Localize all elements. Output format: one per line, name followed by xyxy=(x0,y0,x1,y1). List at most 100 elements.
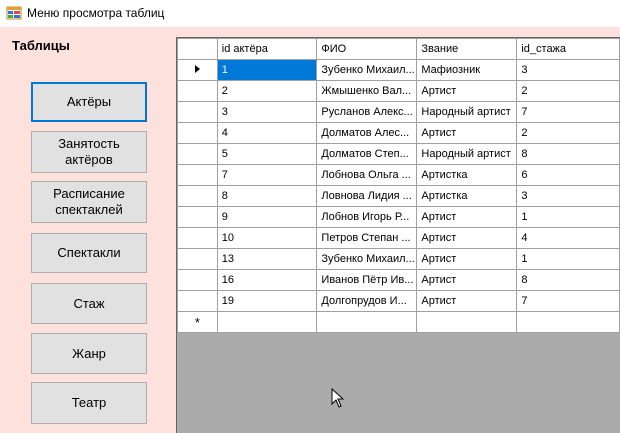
table-row[interactable]: 2 Жмышенко Вал... Артист 2 xyxy=(177,80,620,102)
table-cell[interactable]: Долматов Алес... xyxy=(316,122,418,144)
sidebar-button-label: Занятость актёров xyxy=(58,136,120,167)
table-cell[interactable] xyxy=(216,311,318,333)
table-cell[interactable]: 3 xyxy=(216,101,318,123)
table-row[interactable]: 3 Русланов Алекс... Народный артист 7 xyxy=(177,101,620,123)
sidebar-button-5[interactable]: Стаж xyxy=(31,283,147,324)
table-cell[interactable]: Артистка xyxy=(416,185,518,207)
table-cell[interactable]: Народный артист xyxy=(416,101,518,123)
table-cell[interactable]: 8 xyxy=(516,269,620,291)
sidebar-title: Таблицы xyxy=(12,38,70,53)
row-header[interactable] xyxy=(177,248,218,270)
table-cell[interactable]: Мафиозник xyxy=(416,59,518,81)
row-header[interactable] xyxy=(177,269,218,291)
table-cell[interactable]: 5 xyxy=(216,143,318,165)
table-cell[interactable]: 10 xyxy=(216,227,318,249)
table-cell[interactable]: Лобнова Ольга ... xyxy=(316,164,418,186)
sidebar-button-4[interactable]: Спектакли xyxy=(31,233,147,273)
sidebar-button-1[interactable]: Актёры xyxy=(31,82,147,122)
table-cell[interactable]: 19 xyxy=(216,290,318,312)
row-header[interactable] xyxy=(177,101,218,123)
table-cell[interactable]: 2 xyxy=(516,122,620,144)
column-header[interactable]: ФИО xyxy=(316,38,418,60)
row-header[interactable] xyxy=(177,143,218,165)
row-header[interactable] xyxy=(177,80,218,102)
sidebar-button-3[interactable]: Расписание спектаклей xyxy=(31,181,147,223)
table-cell[interactable]: 7 xyxy=(216,164,318,186)
table-cell[interactable]: Петров Степан ... xyxy=(316,227,418,249)
column-header[interactable]: id_стажа xyxy=(516,38,620,60)
sidebar-button-2[interactable]: Занятость актёров xyxy=(31,131,147,173)
table-cell[interactable]: 4 xyxy=(516,227,620,249)
table-row[interactable]: 4 Долматов Алес... Артист 2 xyxy=(177,122,620,144)
table-cell[interactable]: 3 xyxy=(516,185,620,207)
table-cell[interactable]: 16 xyxy=(216,269,318,291)
table-cell[interactable]: Артистка xyxy=(416,164,518,186)
table-cell[interactable]: Артист xyxy=(416,80,518,102)
table-cell[interactable]: 2 xyxy=(216,80,318,102)
table-cell[interactable]: 8 xyxy=(516,143,620,165)
table-cell[interactable]: Русланов Алекс... xyxy=(316,101,418,123)
table-row[interactable]: 10 Петров Степан ... Артист 4 xyxy=(177,227,620,249)
sidebar-button-label: Жанр xyxy=(72,345,106,361)
row-header[interactable] xyxy=(177,122,218,144)
row-header[interactable] xyxy=(177,290,218,312)
data-grid[interactable]: id актёра ФИО Звание id_стажа 1 Зубенко Миха… xyxy=(176,37,620,433)
table-cell[interactable]: Зубенко Михаил... xyxy=(316,248,418,270)
sidebar-button-label: Театр xyxy=(71,395,107,410)
table-row[interactable]: 9 Лобнов Игорь Р... Артист 1 xyxy=(177,206,620,228)
row-header[interactable] xyxy=(177,185,218,207)
actors-table[interactable]: id актёра ФИО Звание id_стажа 1 Зубенко Миха… xyxy=(177,38,620,333)
row-header[interactable] xyxy=(177,164,218,186)
table-row[interactable]: 1 Зубенко Михаил... Мафиозник 3 xyxy=(177,59,620,81)
table-cell[interactable]: 13 xyxy=(216,248,318,270)
table-cell[interactable]: Иванов Пётр Ив... xyxy=(316,269,418,291)
table-cell[interactable]: 6 xyxy=(516,164,620,186)
table-cell[interactable] xyxy=(416,311,518,333)
sidebar-button-7[interactable]: Театр xyxy=(31,382,147,424)
table-cell[interactable]: Артист xyxy=(416,122,518,144)
table-cell[interactable]: Жмышенко Вал... xyxy=(316,80,418,102)
table-cell[interactable]: 4 xyxy=(216,122,318,144)
table-cell[interactable]: Артист xyxy=(416,227,518,249)
table-row[interactable]: 7 Лобнова Ольга ... Артистка 6 xyxy=(177,164,620,186)
current-row-arrow-icon xyxy=(194,65,200,73)
table-row[interactable]: 19 Долгопрудов И... Артист 7 xyxy=(177,290,620,312)
table-cell[interactable]: 7 xyxy=(516,101,620,123)
new-row[interactable]: * xyxy=(177,311,620,333)
table-row[interactable]: 5 Долматов Степ... Народный артист 8 xyxy=(177,143,620,165)
table-cell[interactable]: Артист xyxy=(416,206,518,228)
table-cell[interactable]: Лобнов Игорь Р... xyxy=(316,206,418,228)
table-cell[interactable]: Долгопрудов И... xyxy=(316,290,418,312)
table-cell[interactable]: 2 xyxy=(516,80,620,102)
table-cell[interactable]: 1 xyxy=(516,206,620,228)
table-cell[interactable]: 3 xyxy=(516,59,620,81)
table-cell[interactable] xyxy=(516,311,620,333)
table-cell[interactable]: 9 xyxy=(216,206,318,228)
table-cell[interactable]: 7 xyxy=(516,290,620,312)
sidebar-button-6[interactable]: Жанр xyxy=(31,333,147,374)
mouse-cursor-icon xyxy=(331,388,345,408)
row-header[interactable] xyxy=(177,227,218,249)
table-row[interactable]: 13 Зубенко Михаил... Артист 1 xyxy=(177,248,620,270)
table-cell[interactable] xyxy=(316,311,418,333)
table-cell[interactable]: 1 xyxy=(216,59,318,81)
table-cell[interactable]: 1 xyxy=(516,248,620,270)
title-bar: Меню просмотра таблиц xyxy=(0,0,620,27)
row-header[interactable] xyxy=(177,206,218,228)
table-cell[interactable]: Ловнова Лидия ... xyxy=(316,185,418,207)
table-cell[interactable]: Артист xyxy=(416,248,518,270)
grid-corner[interactable] xyxy=(177,38,218,60)
column-header[interactable]: id актёра xyxy=(216,38,318,60)
new-row-marker-icon[interactable]: * xyxy=(177,311,218,333)
table-cell[interactable]: Артист xyxy=(416,269,518,291)
table-cell[interactable]: Долматов Степ... xyxy=(316,143,418,165)
column-header[interactable]: Звание xyxy=(416,38,518,60)
table-cell[interactable]: Зубенко Михаил... xyxy=(316,59,418,81)
table-row[interactable]: 16 Иванов Пётр Ив... Артист 8 xyxy=(177,269,620,291)
table-row[interactable]: 8 Ловнова Лидия ... Артистка 3 xyxy=(177,185,620,207)
table-cell[interactable]: Народный артист xyxy=(416,143,518,165)
row-header[interactable] xyxy=(177,59,218,81)
sidebar-button-label: Стаж xyxy=(73,295,105,311)
table-cell[interactable]: 8 xyxy=(216,185,318,207)
table-cell[interactable]: Артист xyxy=(416,290,518,312)
